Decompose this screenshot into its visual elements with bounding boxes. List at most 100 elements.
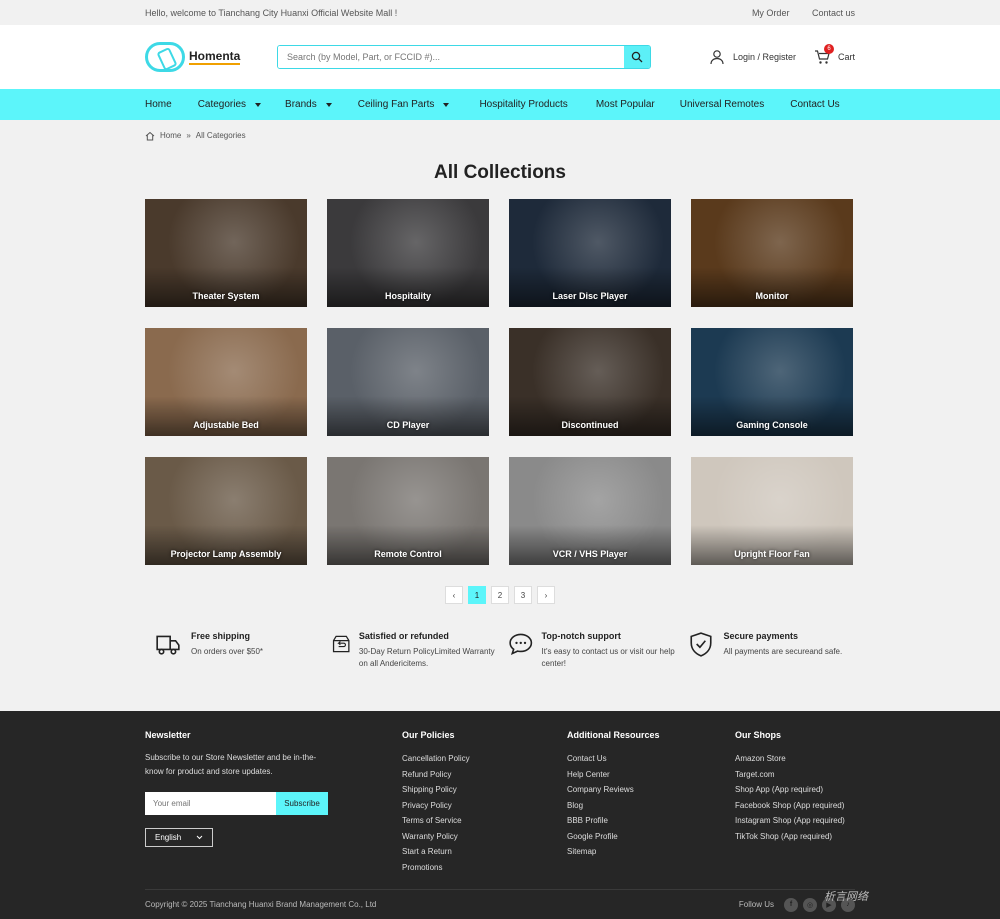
search-input[interactable]: [278, 46, 624, 68]
feature-item: Satisfied or refunded 30-Day Return Polic…: [323, 631, 501, 701]
nav-label: Brands: [285, 99, 317, 110]
footer-link[interactable]: Facebook Shop (App required): [735, 798, 845, 814]
footer-link[interactable]: Contact Us: [567, 751, 735, 767]
logo[interactable]: Homenta: [145, 42, 277, 72]
nav-ceiling-fan-parts[interactable]: Ceiling Fan Parts: [358, 99, 450, 110]
feature-item: Secure payments All payments are securean…: [678, 631, 856, 701]
welcome-text: Hello, welcome to Tianchang City Huanxi …: [145, 7, 398, 18]
breadcrumb: Home » All Categories: [145, 120, 855, 151]
collection-card[interactable]: Laser Disc Player: [509, 199, 671, 307]
nav-categories[interactable]: Categories: [197, 99, 262, 110]
search-bar: [277, 45, 651, 69]
footer-link[interactable]: Promotions: [402, 860, 567, 876]
footer-link[interactable]: Sitemap: [567, 844, 735, 860]
prev-page-icon[interactable]: ‹: [445, 586, 463, 604]
footer-link[interactable]: Warranty Policy: [402, 829, 567, 845]
collection-label: Projector Lamp Assembly: [170, 549, 282, 559]
login-label: Login / Register: [732, 52, 796, 62]
collection-card[interactable]: Upright Floor Fan: [691, 457, 853, 565]
language-select[interactable]: English: [145, 828, 213, 847]
nav-home[interactable]: Home: [145, 99, 172, 110]
collection-card[interactable]: Monitor: [691, 199, 853, 307]
collection-card[interactable]: Projector Lamp Assembly: [145, 457, 307, 565]
nav-label: Home: [145, 99, 172, 110]
feature-desc: All payments are secureand safe.: [723, 647, 843, 656]
footer-link[interactable]: Instagram Shop (App required): [735, 813, 845, 829]
site-header: Homenta Login / Register 6 Cart: [0, 25, 1000, 89]
pagination: ‹ 1 2 3 ›: [145, 586, 855, 604]
facebook-icon[interactable]: f: [784, 897, 798, 912]
collection-label: CD Player: [386, 420, 430, 430]
chevron-down-icon: [196, 835, 203, 840]
footer-link[interactable]: Privacy Policy: [402, 798, 567, 814]
collection-label: Discontinued: [561, 420, 619, 430]
collection-card[interactable]: Hospitality: [327, 199, 489, 307]
cart-count-badge: 6: [823, 44, 834, 54]
collection-card[interactable]: Gaming Console: [691, 328, 853, 436]
collection-card[interactable]: Adjustable Bed: [145, 328, 307, 436]
footer-link[interactable]: Amazon Store: [735, 751, 845, 767]
footer-link[interactable]: Shipping Policy: [402, 782, 567, 798]
footer-link[interactable]: Company Reviews: [567, 782, 735, 798]
collection-card[interactable]: Discontinued: [509, 328, 671, 436]
truck-icon: [156, 635, 180, 655]
page-3[interactable]: 3: [514, 586, 532, 604]
resources-title: Additional Resources: [567, 730, 660, 740]
contact-us-link[interactable]: Contact us: [812, 8, 855, 18]
remote-logo-icon: [145, 42, 185, 72]
search-icon: [631, 51, 643, 63]
language-value: English: [155, 833, 182, 842]
collection-card[interactable]: Remote Control: [327, 457, 489, 565]
nav-universal-remotes[interactable]: Universal Remotes: [680, 99, 764, 110]
feature-title: Secure payments: [723, 631, 799, 641]
resources-section: Additional Resources Contact Us Help Cent…: [567, 730, 735, 881]
collection-label: Upright Floor Fan: [734, 549, 810, 559]
nav-hospitality-products[interactable]: Hospitality Products: [479, 99, 567, 110]
nav-most-popular[interactable]: Most Popular: [596, 99, 655, 110]
footer-link[interactable]: Terms of Service: [402, 813, 567, 829]
shops-title: Our Shops: [735, 730, 782, 740]
nav-contact-us[interactable]: Contact Us: [790, 99, 839, 110]
footer-link[interactable]: Start a Return: [402, 844, 567, 860]
footer-link[interactable]: BBB Profile: [567, 813, 735, 829]
footer-link[interactable]: Refund Policy: [402, 767, 567, 783]
feature-desc: On orders over $50*: [191, 647, 264, 656]
nav-label: Categories: [197, 99, 247, 110]
page-2[interactable]: 2: [491, 586, 509, 604]
subscribe-button[interactable]: Subscribe: [276, 792, 328, 815]
my-order-link[interactable]: My Order: [752, 8, 790, 18]
collection-card[interactable]: CD Player: [327, 328, 489, 436]
footer-link[interactable]: Cancellation Policy: [402, 751, 567, 767]
login-register-link[interactable]: Login / Register: [709, 49, 796, 65]
search-button[interactable]: [624, 46, 650, 68]
policies-title: Our Policies: [402, 730, 455, 740]
newsletter-email-input[interactable]: [145, 792, 276, 815]
footer-link[interactable]: Target.com: [735, 767, 845, 783]
footer-link[interactable]: Google Profile: [567, 829, 735, 845]
collection-label: Remote Control: [374, 549, 442, 559]
next-page-icon[interactable]: ›: [537, 586, 555, 604]
footer-link[interactable]: TikTok Shop (App required): [735, 829, 845, 845]
user-icon: [710, 50, 724, 65]
nav-label: Hospitality Products: [479, 99, 568, 110]
footer-link[interactable]: Shop App (App required): [735, 782, 845, 798]
cart-button[interactable]: 6 Cart: [814, 44, 855, 65]
card-shade: [691, 525, 853, 565]
card-shade: [691, 396, 853, 436]
collection-card[interactable]: Theater System: [145, 199, 307, 307]
footer-link[interactable]: Help Center: [567, 767, 735, 783]
instagram-icon[interactable]: ◎: [803, 897, 817, 912]
nav-brands[interactable]: Brands: [285, 99, 332, 110]
card-shade: [509, 267, 671, 307]
breadcrumb-current: All Categories: [195, 131, 246, 140]
breadcrumb-home[interactable]: Home: [160, 131, 181, 140]
watermark: 析言网络: [824, 878, 994, 914]
main-nav: Home Categories Brands Ceiling Fan Parts Hos…: [0, 89, 1000, 120]
logo-text: Homenta: [189, 48, 241, 65]
collection-card[interactable]: VCR / VHS Player: [509, 457, 671, 565]
card-shade: [145, 396, 307, 436]
feature-item: Top-notch support It's easy to contact us…: [500, 631, 678, 701]
page-1[interactable]: 1: [468, 586, 486, 604]
feature-title: Satisfied or refunded: [358, 631, 449, 641]
footer-link[interactable]: Blog: [567, 798, 735, 814]
